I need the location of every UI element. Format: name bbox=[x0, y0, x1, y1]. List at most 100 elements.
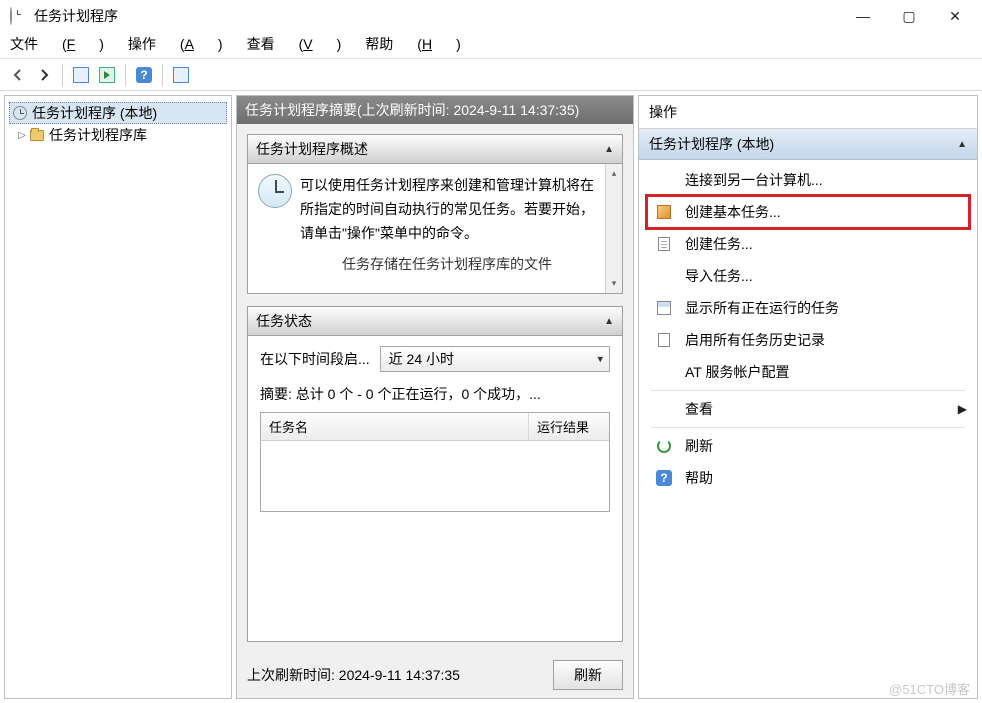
action-item[interactable]: AT 服务帐户配置 bbox=[639, 356, 977, 388]
tree-root[interactable]: 任务计划程序 (本地) bbox=[9, 102, 227, 124]
center-body: 任务计划程序概述 ▲ 可以使用任务计划程序来创建和管理计算机将在所指定的时间自动… bbox=[237, 124, 633, 652]
menu-view[interactable]: 查看(V) bbox=[247, 34, 342, 54]
action-item[interactable]: 连接到另一台计算机... bbox=[639, 164, 977, 196]
action-item[interactable]: 显示所有正在运行的任务 bbox=[639, 292, 977, 324]
wand-icon bbox=[655, 203, 673, 221]
col-run-result[interactable]: 运行结果 bbox=[529, 413, 609, 440]
toolbar-divider bbox=[62, 64, 63, 86]
status-body: 在以下时间段启... 近 24 小时 摘要: 总计 0 个 - 0 个正在运行，… bbox=[247, 336, 623, 642]
action-label: 导入任务... bbox=[685, 266, 753, 286]
refresh-icon bbox=[655, 437, 673, 455]
folder-icon bbox=[29, 127, 45, 143]
action-label: 帮助 bbox=[685, 468, 713, 488]
overview-section: 任务计划程序概述 ▲ 可以使用任务计划程序来创建和管理计算机将在所指定的时间自动… bbox=[247, 134, 623, 294]
tree-library[interactable]: ▷ 任务计划程序库 bbox=[9, 124, 227, 146]
last-refresh-label: 上次刷新时间: 2024-9-11 14:37:35 bbox=[247, 665, 460, 685]
maximize-button[interactable]: ▢ bbox=[886, 0, 932, 32]
overview-tail: 任务存储在任务计划程序库的文件 bbox=[300, 253, 594, 277]
overview-title: 任务计划程序概述 bbox=[256, 139, 368, 159]
list-header: 任务名 运行结果 bbox=[261, 413, 609, 441]
period-combobox[interactable]: 近 24 小时 bbox=[380, 346, 610, 372]
action-label: AT 服务帐户配置 bbox=[685, 362, 790, 382]
period-row: 在以下时间段启... 近 24 小时 bbox=[260, 346, 610, 372]
toolbar-button-2[interactable] bbox=[95, 63, 119, 87]
center-footer: 上次刷新时间: 2024-9-11 14:37:35 刷新 bbox=[237, 652, 633, 698]
clock-icon bbox=[258, 174, 292, 208]
status-section: 任务状态 ▲ 在以下时间段启... 近 24 小时 摘要: 总计 0 个 - 0… bbox=[247, 306, 623, 642]
actions-panel: 操作 任务计划程序 (本地) ▲ 连接到另一台计算机... 创建基本任务... 创建… bbox=[638, 95, 978, 699]
overview-header[interactable]: 任务计划程序概述 ▲ bbox=[247, 134, 623, 164]
menubar: 文件(F) 操作(A) 查看(V) 帮助(H) bbox=[0, 32, 982, 56]
action-item[interactable]: ? 帮助 bbox=[639, 462, 977, 494]
titlebar: 任务计划程序 — ▢ ✕ bbox=[0, 0, 982, 32]
divider bbox=[651, 427, 965, 428]
action-label: 创建任务... bbox=[685, 234, 753, 254]
window-title: 任务计划程序 bbox=[34, 6, 840, 26]
table-icon bbox=[655, 299, 673, 317]
collapse-icon[interactable]: ▲ bbox=[604, 316, 614, 327]
main-area: 任务计划程序 (本地) ▷ 任务计划程序库 任务计划程序摘要(上次刷新时间: 2… bbox=[0, 91, 982, 703]
clock-icon bbox=[12, 105, 28, 121]
center-panel: 任务计划程序摘要(上次刷新时间: 2024-9-11 14:37:35) 任务计… bbox=[236, 95, 634, 699]
refresh-button[interactable]: 刷新 bbox=[553, 660, 623, 690]
action-label: 刷新 bbox=[685, 436, 713, 456]
toolbar: ? bbox=[0, 59, 982, 91]
divider bbox=[651, 390, 965, 391]
minimize-button[interactable]: — bbox=[840, 0, 886, 32]
toolbar-button-3[interactable] bbox=[169, 63, 193, 87]
toolbar-divider bbox=[162, 64, 163, 86]
tree-library-label: 任务计划程序库 bbox=[49, 125, 147, 145]
collapse-icon[interactable]: ▲ bbox=[604, 144, 614, 155]
none-icon bbox=[655, 267, 673, 285]
col-task-name[interactable]: 任务名 bbox=[261, 413, 529, 440]
actions-list: 连接到另一台计算机... 创建基本任务... 创建任务... 导入任务... 显示所有正… bbox=[639, 160, 977, 498]
window-controls: — ▢ ✕ bbox=[840, 0, 978, 32]
forward-button[interactable] bbox=[32, 63, 56, 87]
center-header: 任务计划程序摘要(上次刷新时间: 2024-9-11 14:37:35) bbox=[237, 96, 633, 124]
doc-icon bbox=[655, 235, 673, 253]
period-label: 在以下时间段启... bbox=[260, 349, 370, 369]
navigation-tree[interactable]: 任务计划程序 (本地) ▷ 任务计划程序库 bbox=[4, 95, 232, 699]
action-item[interactable]: 导入任务... bbox=[639, 260, 977, 292]
none-icon bbox=[655, 363, 673, 381]
actions-subheader[interactable]: 任务计划程序 (本地) ▲ bbox=[639, 129, 977, 160]
expand-icon[interactable]: ▷ bbox=[15, 130, 29, 141]
help-icon: ? bbox=[655, 469, 673, 487]
action-item[interactable]: 查看 ▶ bbox=[639, 393, 977, 425]
action-label: 启用所有任务历史记录 bbox=[685, 330, 825, 350]
action-label: 查看 bbox=[685, 399, 713, 419]
none-icon bbox=[655, 400, 673, 418]
menu-action[interactable]: 操作(A) bbox=[128, 34, 223, 54]
period-value: 近 24 小时 bbox=[389, 349, 454, 369]
overview-text: 可以使用任务计划程序来创建和管理计算机将在所指定的时间自动执行的常见任务。若要开… bbox=[300, 174, 594, 245]
collapse-icon[interactable]: ▲ bbox=[957, 139, 967, 150]
none-icon bbox=[655, 171, 673, 189]
actions-sub-label: 任务计划程序 (本地) bbox=[649, 134, 774, 154]
close-button[interactable]: ✕ bbox=[932, 0, 978, 32]
scrollbar[interactable]: ▴▾ bbox=[605, 164, 622, 293]
overview-body: 可以使用任务计划程序来创建和管理计算机将在所指定的时间自动执行的常见任务。若要开… bbox=[247, 164, 623, 294]
back-button[interactable] bbox=[6, 63, 30, 87]
action-item[interactable]: 刷新 bbox=[639, 430, 977, 462]
app-icon bbox=[10, 8, 26, 24]
status-title: 任务状态 bbox=[256, 311, 312, 331]
menu-help[interactable]: 帮助(H) bbox=[365, 34, 460, 54]
task-list[interactable]: 任务名 运行结果 bbox=[260, 412, 610, 512]
chevron-right-icon: ▶ bbox=[958, 402, 967, 416]
action-label: 连接到另一台计算机... bbox=[685, 170, 823, 190]
summary-line: 摘要: 总计 0 个 - 0 个正在运行，0 个成功，... bbox=[260, 384, 610, 404]
toolbar-button-1[interactable] bbox=[69, 63, 93, 87]
action-label: 创建基本任务... bbox=[685, 202, 781, 222]
menu-file[interactable]: 文件(F) bbox=[10, 34, 104, 54]
action-label: 显示所有正在运行的任务 bbox=[685, 298, 839, 318]
watermark: @51CTO博客 bbox=[889, 679, 970, 698]
tree-root-label: 任务计划程序 (本地) bbox=[32, 103, 157, 123]
action-item[interactable]: 创建任务... bbox=[639, 228, 977, 260]
toolbar-divider bbox=[125, 64, 126, 86]
toolbar-help-button[interactable]: ? bbox=[132, 63, 156, 87]
status-header[interactable]: 任务状态 ▲ bbox=[247, 306, 623, 336]
action-item[interactable]: 启用所有任务历史记录 bbox=[639, 324, 977, 356]
action-item[interactable]: 创建基本任务... bbox=[639, 196, 977, 228]
hist-icon bbox=[655, 331, 673, 349]
actions-header: 操作 bbox=[639, 96, 977, 129]
